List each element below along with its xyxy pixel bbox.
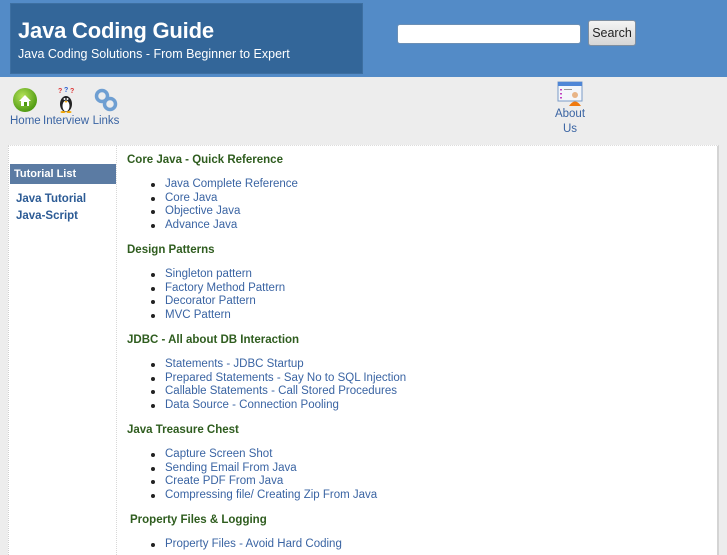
list-item[interactable]: Objective Java — [151, 205, 298, 219]
svg-text:?: ? — [58, 88, 62, 95]
penguin-icon: ? ? ? — [58, 87, 74, 113]
list-item[interactable]: Prepared Statements - Say No to SQL Inje… — [151, 372, 406, 386]
main-panel: Tutorial List Java Tutorial Java-Script … — [8, 145, 719, 555]
list-item[interactable]: Data Source - Connection Pooling — [151, 399, 406, 413]
nav-about-us[interactable]: About Us — [552, 79, 588, 137]
section-title: Core Java - Quick Reference — [127, 154, 283, 166]
nav-interview[interactable]: ? ? ? Interview — [43, 86, 90, 129]
sidebar-link-java-tutorial[interactable]: Java Tutorial — [16, 193, 86, 205]
section-list: Capture Screen Shot Sending Email From J… — [151, 448, 377, 503]
nav-home[interactable]: Home — [10, 86, 41, 129]
list-item[interactable]: Statements - JDBC Startup — [151, 358, 406, 372]
nav-about-label-line2: Us — [562, 123, 578, 135]
list-item[interactable]: Singleton pattern — [151, 268, 285, 282]
nav-links-label: Links — [92, 115, 120, 127]
site-header: Java Coding Guide Java Coding Solutions … — [0, 0, 727, 77]
about-user-icon — [557, 81, 583, 106]
list-item[interactable]: Compressing file/ Creating Zip From Java — [151, 489, 377, 503]
site-title[interactable]: Java Coding Guide — [18, 18, 214, 44]
nav-home-label: Home — [10, 115, 41, 127]
nav-interview-label: Interview — [43, 115, 90, 127]
list-item[interactable]: Factory Method Pattern — [151, 282, 285, 296]
search-button[interactable]: Search — [588, 20, 636, 46]
list-item[interactable]: Sending Email From Java — [151, 462, 377, 476]
top-nav: Home ? ? ? Interview Links About Us — [0, 77, 727, 145]
section-list: Java Complete Reference Core Java Object… — [151, 178, 298, 233]
brand-banner: Java Coding Guide Java Coding Solutions … — [10, 3, 363, 74]
section-list: Singleton pattern Factory Method Pattern… — [151, 268, 285, 323]
sidebar: Tutorial List Java Tutorial Java-Script — [9, 146, 117, 555]
svg-text:?: ? — [70, 88, 74, 95]
list-item[interactable]: Advance Java — [151, 219, 298, 233]
list-item[interactable]: Decorator Pattern — [151, 295, 285, 309]
site-tagline: Java Coding Solutions - From Beginner to… — [18, 47, 290, 61]
section-title: Java Treasure Chest — [127, 424, 239, 436]
chain-link-icon — [94, 88, 118, 112]
list-item[interactable]: Core Java — [151, 192, 298, 206]
list-item[interactable]: Create PDF From Java — [151, 475, 377, 489]
list-item[interactable]: Callable Statements - Call Stored Proced… — [151, 385, 406, 399]
section-title: Property Files & Logging — [130, 514, 267, 526]
section-title: Design Patterns — [127, 244, 215, 256]
section-title: JDBC - All about DB Interaction — [127, 334, 300, 346]
svg-text:?: ? — [64, 87, 68, 94]
list-item[interactable]: MVC Pattern — [151, 309, 285, 323]
list-item[interactable]: Capture Screen Shot — [151, 448, 377, 462]
section-list: Statements - JDBC Startup Prepared State… — [151, 358, 406, 413]
sidebar-link-java-script[interactable]: Java-Script — [16, 210, 78, 222]
nav-about-label-line1: About — [554, 108, 586, 120]
home-icon — [13, 88, 37, 112]
sidebar-heading: Tutorial List — [10, 164, 116, 184]
nav-links[interactable]: Links — [91, 86, 121, 129]
list-item[interactable]: Java Complete Reference — [151, 178, 298, 192]
search-input[interactable] — [397, 24, 581, 44]
